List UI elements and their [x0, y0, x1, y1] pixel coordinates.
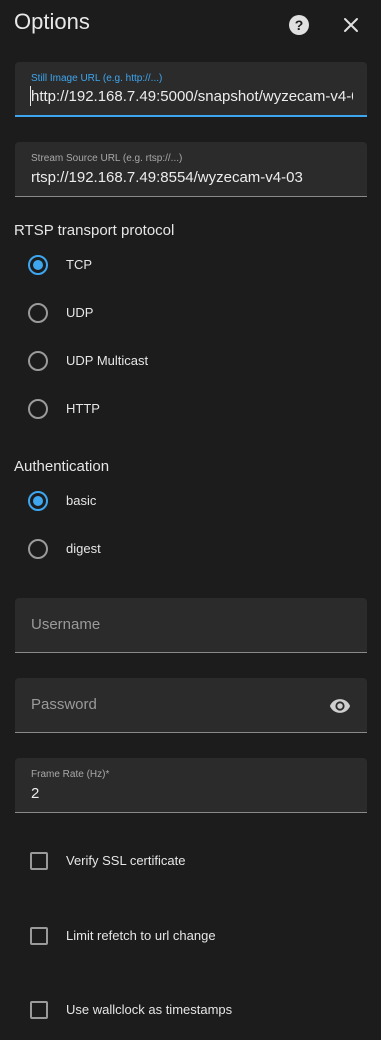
checkbox-label: Verify SSL certificate — [66, 853, 186, 868]
radio-basic[interactable]: basic — [28, 490, 328, 514]
radio-label: UDP Multicast — [66, 353, 149, 368]
still-image-url-input[interactable]: http://192.168.7.49:5000/snapshot/wyzeca… — [31, 88, 353, 105]
radio-button-checked[interactable] — [28, 491, 48, 511]
radio-udp[interactable]: UDP — [28, 302, 328, 326]
radio-button[interactable] — [28, 303, 48, 323]
checkbox-label: Use wallclock as timestamps — [66, 1002, 233, 1017]
dialog-header: Options ? — [0, 0, 381, 52]
radio-button[interactable] — [28, 351, 48, 371]
radio-http[interactable]: HTTP — [28, 398, 328, 422]
frame-rate-field[interactable]: Frame Rate (Hz)* 2 — [15, 758, 367, 813]
help-circle-icon[interactable]: ? — [289, 15, 309, 35]
radio-label: digest — [66, 541, 101, 556]
svg-text:?: ? — [295, 17, 304, 33]
verify-ssl-checkbox-row[interactable]: Verify SSL certificate — [30, 850, 350, 874]
authentication-title: Authentication — [14, 458, 110, 475]
rtsp-transport-title: RTSP transport protocol — [14, 222, 175, 239]
radio-button-checked[interactable] — [28, 255, 48, 275]
username-input[interactable]: Username — [31, 616, 100, 633]
use-wallclock-checkbox[interactable] — [30, 1001, 48, 1019]
options-dialog: Options ? Still Image URL (e.g. http://.… — [0, 0, 381, 1040]
still-image-url-label: Still Image URL (e.g. http://...) — [31, 73, 163, 84]
radio-udp-multicast[interactable]: UDP Multicast — [28, 350, 328, 374]
verify-ssl-checkbox[interactable] — [30, 852, 48, 870]
radio-tcp[interactable]: TCP — [28, 254, 328, 278]
dialog-title: Options — [14, 9, 90, 34]
frame-rate-input[interactable]: 2 — [31, 785, 353, 802]
radio-label: UDP — [66, 305, 94, 320]
limit-refetch-checkbox[interactable] — [30, 927, 48, 945]
still-image-url-field[interactable]: Still Image URL (e.g. http://...) http:/… — [15, 62, 367, 117]
radio-label: basic — [66, 493, 97, 508]
radio-button[interactable] — [28, 539, 48, 559]
limit-refetch-checkbox-row[interactable]: Limit refetch to url change — [30, 925, 350, 949]
eye-icon[interactable] — [329, 695, 351, 717]
radio-label: TCP — [66, 257, 92, 272]
radio-digest[interactable]: digest — [28, 538, 328, 562]
stream-source-url-field[interactable]: Stream Source URL (e.g. rtsp://...) rtsp… — [15, 142, 367, 197]
radio-button[interactable] — [28, 399, 48, 419]
password-field[interactable]: Password — [15, 678, 367, 733]
username-field[interactable]: Username — [15, 598, 367, 653]
close-icon[interactable] — [341, 15, 361, 35]
checkbox-label: Limit refetch to url change — [66, 928, 216, 943]
frame-rate-label: Frame Rate (Hz)* — [31, 769, 110, 780]
use-wallclock-checkbox-row[interactable]: Use wallclock as timestamps — [30, 999, 350, 1023]
stream-source-url-label: Stream Source URL (e.g. rtsp://...) — [31, 153, 183, 164]
password-input[interactable]: Password — [31, 696, 97, 713]
radio-label: HTTP — [66, 401, 100, 416]
stream-source-url-input[interactable]: rtsp://192.168.7.49:8554/wyzecam-v4-03 — [31, 169, 353, 186]
